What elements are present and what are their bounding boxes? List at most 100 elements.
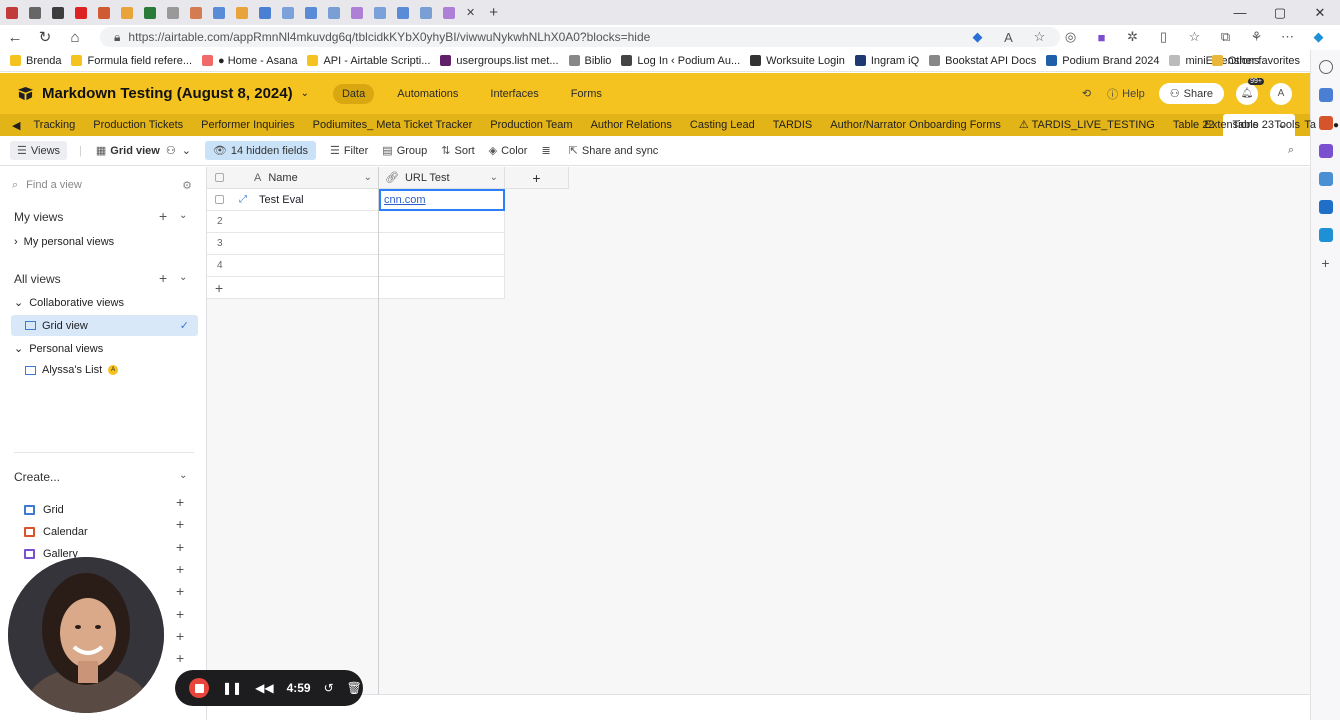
favorite-star-icon[interactable]: ☆	[1024, 29, 1055, 45]
nav-tab-interfaces[interactable]: Interfaces	[481, 84, 547, 104]
browser-tab[interactable]	[302, 6, 320, 20]
other-favorites-folder[interactable]: Other favorites	[1211, 55, 1300, 67]
browser-tab[interactable]	[72, 6, 90, 20]
collections-icon[interactable]: ⧉	[1210, 29, 1241, 45]
extensions-puzzle-icon[interactable]: ✲	[1117, 29, 1148, 45]
table-row[interactable]: 2	[207, 211, 379, 233]
back-icon[interactable]: ←	[0, 29, 30, 46]
table-tab[interactable]: Author/Narrator Onboarding Forms	[821, 114, 1010, 136]
favorite-link[interactable]: usergroups.list met...	[440, 55, 559, 67]
row-height-button[interactable]: ≣	[541, 144, 554, 157]
collaborative-views-item[interactable]: ⌄ Collaborative views	[14, 296, 124, 310]
home-icon[interactable]: ⌂	[60, 29, 90, 46]
column-header-url-test[interactable]: 🔗︎ URL Test ⌄	[379, 167, 505, 189]
favorite-link[interactable]: Brenda	[10, 55, 61, 67]
scroll-left-icon[interactable]: ◀	[12, 119, 20, 132]
url-cell[interactable]	[379, 233, 505, 255]
url-cell[interactable]	[379, 211, 505, 233]
send-icon[interactable]	[1318, 228, 1333, 242]
maximize-icon[interactable]: ▢	[1260, 5, 1300, 21]
column-header-name[interactable]: A Name ⌄	[207, 167, 379, 189]
table-tab[interactable]: Podiumites_ Meta Ticket Tracker	[304, 114, 482, 136]
favorite-link[interactable]: API - Airtable Scripti...	[307, 55, 430, 67]
add-icon[interactable]: +	[176, 494, 184, 510]
nav-tab-automations[interactable]: Automations	[388, 84, 467, 104]
avatar[interactable]: A	[1270, 82, 1292, 105]
favorite-link[interactable]: Worksuite Login	[750, 55, 845, 67]
chevron-down-icon[interactable]: ⌄	[179, 272, 187, 283]
add-icon[interactable]: +	[176, 606, 184, 622]
sidebar-item-grid-view[interactable]: Grid view ✓	[11, 315, 198, 336]
tag-icon[interactable]	[1318, 88, 1333, 102]
favorite-link[interactable]: Log In ‹ Podium Au...	[621, 55, 740, 67]
browser-tab[interactable]	[233, 6, 251, 20]
address-bar[interactable]: 🔒︎ https://airtable.com/appRmnNl4mkuvdg6…	[100, 27, 1060, 47]
table-tab[interactable]: Production Tickets	[84, 114, 192, 136]
extensions-button[interactable]: Extensions	[1205, 119, 1259, 131]
create-view-item[interactable]: Grid	[24, 504, 64, 516]
table-row[interactable]: ⤢ Test Eval	[207, 189, 379, 211]
more-tables-icon[interactable]: ●	[1333, 120, 1339, 131]
browser-tab[interactable]	[49, 6, 67, 20]
share-button[interactable]: ⚇ Share	[1158, 83, 1224, 104]
search-icon[interactable]: ⌕	[1288, 144, 1294, 157]
table-tab[interactable]: Tracking	[24, 114, 84, 136]
browser-tab[interactable]	[210, 6, 228, 20]
office-icon[interactable]	[1318, 172, 1333, 186]
base-logo-icon[interactable]	[17, 86, 34, 101]
find-view-input[interactable]: ⌕ Find a view ⚙	[12, 175, 192, 195]
browser-tab[interactable]	[118, 6, 136, 20]
search-icon[interactable]	[1318, 60, 1333, 74]
browser-tab[interactable]	[371, 6, 389, 20]
table-row[interactable]: 3	[207, 233, 379, 255]
browser-tab[interactable]	[394, 6, 412, 20]
close-window-icon[interactable]: ✕	[1300, 5, 1340, 21]
current-view-button[interactable]: ▦ Grid view ⚇ ⌄	[96, 144, 191, 158]
sort-button[interactable]: ⇅ Sort	[441, 144, 474, 158]
chevron-down-icon[interactable]: ⌄	[301, 88, 309, 99]
help-button[interactable]: ⓘ Help	[1107, 86, 1145, 102]
browser-tab[interactable]	[26, 6, 44, 20]
sidebar-item-alyssas-list[interactable]: Alyssa's List A	[25, 364, 119, 376]
add-icon[interactable]: +	[176, 650, 184, 666]
browser-tab[interactable]	[325, 6, 343, 20]
add-row-button[interactable]: +	[207, 277, 379, 299]
my-personal-views-item[interactable]: › My personal views	[14, 236, 114, 248]
refresh-icon[interactable]: ↻	[30, 28, 60, 46]
name-cell[interactable]: Test Eval	[259, 194, 304, 206]
outlook-icon[interactable]	[1318, 200, 1333, 214]
browser-tab[interactable]	[348, 6, 366, 20]
tools-button[interactable]: Tools	[1274, 119, 1300, 131]
my-views-heading[interactable]: My views	[14, 210, 63, 224]
close-tab-icon[interactable]: ✕	[466, 6, 475, 19]
read-aloud-icon[interactable]: A	[993, 30, 1024, 45]
share-sync-button[interactable]: ⇱ Share and sync	[569, 144, 659, 158]
browser-tab[interactable]	[95, 6, 113, 20]
create-heading[interactable]: Create...	[14, 470, 60, 484]
url-link[interactable]: cnn.com	[384, 194, 426, 206]
add-icon[interactable]: +	[176, 539, 184, 555]
add-icon[interactable]: +	[176, 628, 184, 644]
browser-tab[interactable]	[440, 6, 458, 20]
favorite-link[interactable]: Bookstat API Docs	[929, 55, 1036, 67]
extension-icon[interactable]: ◆	[962, 29, 993, 45]
table-tab[interactable]: Production Team	[481, 114, 581, 136]
chevron-down-icon[interactable]: ⌄	[179, 210, 187, 221]
history-icon[interactable]: ⟲	[1082, 87, 1091, 100]
people-icon[interactable]	[1318, 144, 1333, 158]
row-checkbox[interactable]	[215, 195, 224, 204]
pause-icon[interactable]: ❚❚	[222, 681, 242, 695]
browser-tab[interactable]	[417, 6, 435, 20]
table-tab[interactable]: Casting Lead	[681, 114, 764, 136]
nav-tab-data[interactable]: Data	[332, 83, 375, 104]
extension-icon[interactable]: ■	[1086, 30, 1117, 45]
nav-tab-forms[interactable]: Forms	[562, 84, 611, 104]
favorites-icon[interactable]: ☆	[1179, 29, 1210, 45]
table-tab[interactable]: Author Relations	[582, 114, 681, 136]
url-cell[interactable]: cnn.com	[379, 189, 505, 211]
split-screen-icon[interactable]: ▯	[1148, 29, 1179, 45]
expand-record-icon[interactable]: ⤢	[239, 194, 247, 205]
add-field-button[interactable]: +	[505, 167, 569, 189]
table-tab[interactable]: TARDIS	[764, 114, 822, 136]
delete-icon[interactable]: 🗑︎	[347, 681, 362, 695]
